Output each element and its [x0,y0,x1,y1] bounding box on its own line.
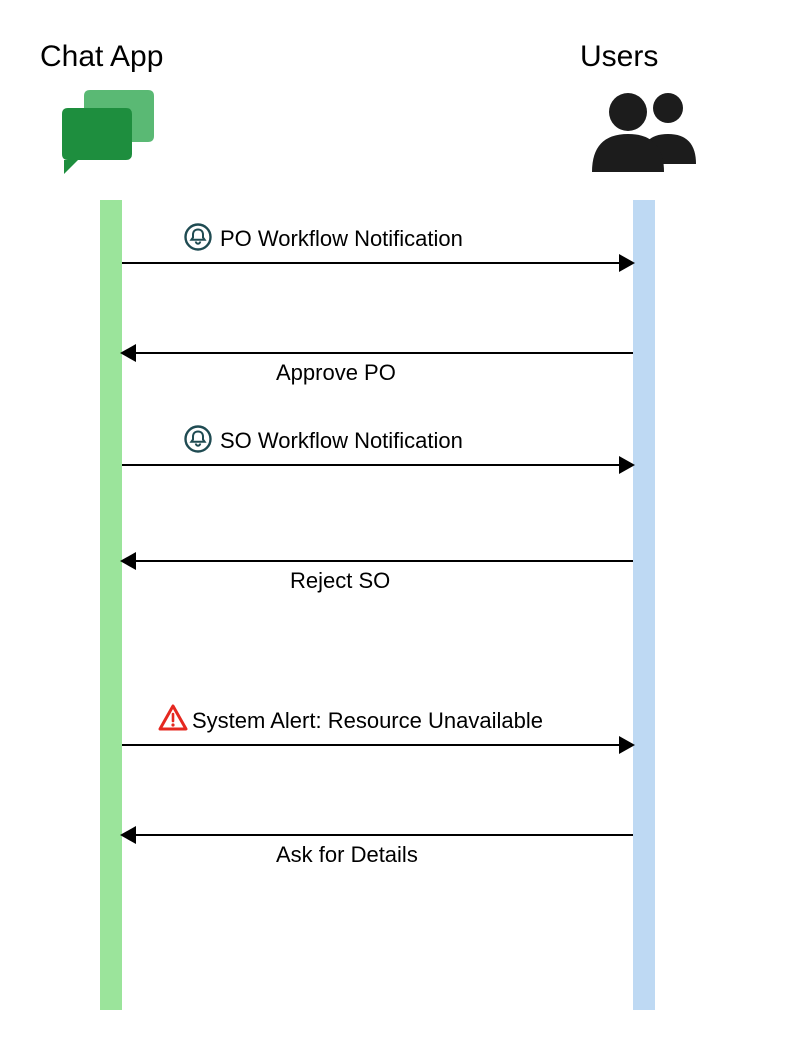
arrow-po-notification [122,244,633,284]
message-approve-po-label: Approve PO [276,360,396,386]
arrow-system-alert [122,726,633,766]
lifeline-chat-app [100,200,122,1010]
arrow-so-notification [122,446,633,486]
actor-users-label: Users [580,40,658,74]
users-icon [590,86,700,181]
sequence-diagram: Chat App Users PO Workflow Notification [0,0,788,1050]
lifeline-users [633,200,655,1010]
message-reject-so-label: Reject SO [290,568,390,594]
message-ask-details-label: Ask for Details [276,842,418,868]
actor-chat-app-label: Chat App [40,40,163,74]
chat-app-icon [60,90,160,185]
